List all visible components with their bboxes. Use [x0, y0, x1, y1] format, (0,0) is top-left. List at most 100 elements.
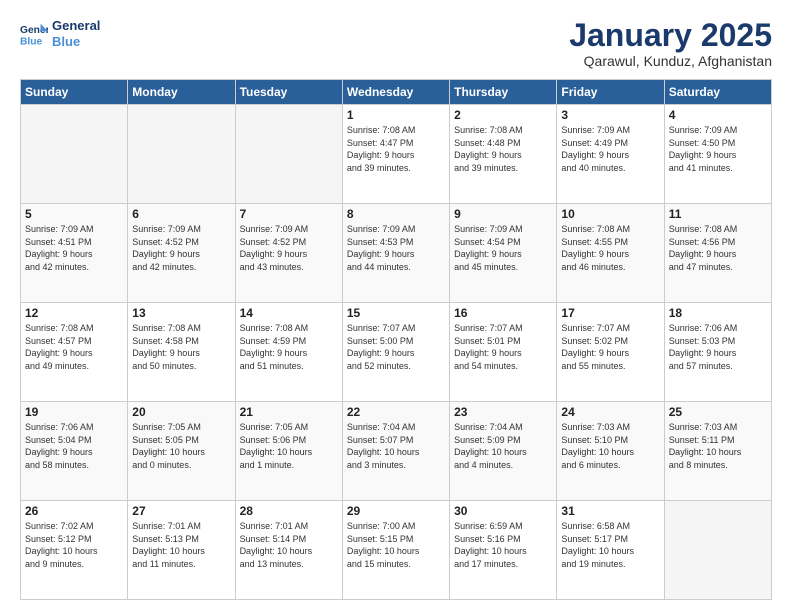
day-info: Sunrise: 7:08 AM Sunset: 4:56 PM Dayligh… [669, 223, 767, 273]
col-thursday: Thursday [450, 80, 557, 105]
logo-line1: General [52, 18, 100, 34]
day-number: 22 [347, 405, 445, 419]
table-row: 13 Sunrise: 7:08 AM Sunset: 4:58 PM Dayli… [128, 303, 235, 402]
day-number: 21 [240, 405, 338, 419]
table-row: 15 Sunrise: 7:07 AM Sunset: 5:00 PM Dayli… [342, 303, 449, 402]
header: General Blue General Blue January 2025 Q… [20, 18, 772, 69]
table-row: 16 Sunrise: 7:07 AM Sunset: 5:01 PM Dayli… [450, 303, 557, 402]
day-info: Sunrise: 7:08 AM Sunset: 4:57 PM Dayligh… [25, 322, 123, 372]
col-friday: Friday [557, 80, 664, 105]
table-row: 3 Sunrise: 7:09 AM Sunset: 4:49 PM Daylig… [557, 105, 664, 204]
table-row: 6 Sunrise: 7:09 AM Sunset: 4:52 PM Daylig… [128, 204, 235, 303]
day-number: 3 [561, 108, 659, 122]
col-sunday: Sunday [21, 80, 128, 105]
calendar-header-row: Sunday Monday Tuesday Wednesday Thursday… [21, 80, 772, 105]
table-row: 10 Sunrise: 7:08 AM Sunset: 4:55 PM Dayli… [557, 204, 664, 303]
col-saturday: Saturday [664, 80, 771, 105]
day-info: Sunrise: 7:03 AM Sunset: 5:10 PM Dayligh… [561, 421, 659, 471]
col-wednesday: Wednesday [342, 80, 449, 105]
table-row: 7 Sunrise: 7:09 AM Sunset: 4:52 PM Daylig… [235, 204, 342, 303]
table-row: 25 Sunrise: 7:03 AM Sunset: 5:11 PM Dayli… [664, 402, 771, 501]
table-row: 2 Sunrise: 7:08 AM Sunset: 4:48 PM Daylig… [450, 105, 557, 204]
day-number: 20 [132, 405, 230, 419]
calendar-week-row: 1 Sunrise: 7:08 AM Sunset: 4:47 PM Daylig… [21, 105, 772, 204]
table-row: 28Sunrise: 7:01 AM Sunset: 5:14 PM Dayli… [235, 501, 342, 600]
day-info: Sunrise: 7:08 AM Sunset: 4:59 PM Dayligh… [240, 322, 338, 372]
day-number: 11 [669, 207, 767, 221]
table-row: 22 Sunrise: 7:04 AM Sunset: 5:07 PM Dayli… [342, 402, 449, 501]
day-info: Sunrise: 7:09 AM Sunset: 4:50 PM Dayligh… [669, 124, 767, 174]
page-subtitle: Qarawul, Kunduz, Afghanistan [569, 53, 772, 69]
day-number: 10 [561, 207, 659, 221]
logo-line2: Blue [52, 34, 100, 50]
table-row: 24Sunrise: 7:03 AM Sunset: 5:10 PM Dayli… [557, 402, 664, 501]
day-info: Sunrise: 6:59 AM Sunset: 5:16 PM Dayligh… [454, 520, 552, 570]
day-number: 29 [347, 504, 445, 518]
day-number: 2 [454, 108, 552, 122]
table-row: 26Sunrise: 7:02 AM Sunset: 5:12 PM Dayli… [21, 501, 128, 600]
day-number: 4 [669, 108, 767, 122]
day-number: 12 [25, 306, 123, 320]
day-number: 14 [240, 306, 338, 320]
day-info: Sunrise: 7:03 AM Sunset: 5:11 PM Dayligh… [669, 421, 767, 471]
day-number: 17 [561, 306, 659, 320]
table-row: 8Sunrise: 7:09 AM Sunset: 4:53 PM Daylig… [342, 204, 449, 303]
day-number: 31 [561, 504, 659, 518]
day-number: 30 [454, 504, 552, 518]
table-row [128, 105, 235, 204]
day-number: 13 [132, 306, 230, 320]
day-info: Sunrise: 7:08 AM Sunset: 4:47 PM Dayligh… [347, 124, 445, 174]
title-block: January 2025 Qarawul, Kunduz, Afghanista… [569, 18, 772, 69]
calendar-week-row: 19Sunrise: 7:06 AM Sunset: 5:04 PM Dayli… [21, 402, 772, 501]
table-row: 30 Sunrise: 6:59 AM Sunset: 5:16 PM Dayli… [450, 501, 557, 600]
table-row: 31 Sunrise: 6:58 AM Sunset: 5:17 PM Dayli… [557, 501, 664, 600]
table-row: 12 Sunrise: 7:08 AM Sunset: 4:57 PM Dayli… [21, 303, 128, 402]
day-number: 28 [240, 504, 338, 518]
col-monday: Monday [128, 80, 235, 105]
table-row: 29 Sunrise: 7:00 AM Sunset: 5:15 PM Dayli… [342, 501, 449, 600]
day-info: Sunrise: 6:58 AM Sunset: 5:17 PM Dayligh… [561, 520, 659, 570]
day-info: Sunrise: 7:07 AM Sunset: 5:00 PM Dayligh… [347, 322, 445, 372]
day-number: 15 [347, 306, 445, 320]
table-row: 23Sunrise: 7:04 AM Sunset: 5:09 PM Dayli… [450, 402, 557, 501]
day-number: 19 [25, 405, 123, 419]
table-row: 4 Sunrise: 7:09 AM Sunset: 4:50 PM Daylig… [664, 105, 771, 204]
day-number: 7 [240, 207, 338, 221]
day-number: 25 [669, 405, 767, 419]
table-row [664, 501, 771, 600]
day-info: Sunrise: 7:09 AM Sunset: 4:49 PM Dayligh… [561, 124, 659, 174]
day-number: 1 [347, 108, 445, 122]
day-number: 6 [132, 207, 230, 221]
day-info: Sunrise: 7:09 AM Sunset: 4:52 PM Dayligh… [240, 223, 338, 273]
day-info: Sunrise: 7:05 AM Sunset: 5:05 PM Dayligh… [132, 421, 230, 471]
day-number: 8 [347, 207, 445, 221]
calendar-week-row: 12 Sunrise: 7:08 AM Sunset: 4:57 PM Dayli… [21, 303, 772, 402]
day-number: 27 [132, 504, 230, 518]
day-info: Sunrise: 7:07 AM Sunset: 5:02 PM Dayligh… [561, 322, 659, 372]
table-row: 1 Sunrise: 7:08 AM Sunset: 4:47 PM Daylig… [342, 105, 449, 204]
day-info: Sunrise: 7:08 AM Sunset: 4:48 PM Dayligh… [454, 124, 552, 174]
table-row: 20 Sunrise: 7:05 AM Sunset: 5:05 PM Dayli… [128, 402, 235, 501]
table-row: 9Sunrise: 7:09 AM Sunset: 4:54 PM Daylig… [450, 204, 557, 303]
day-info: Sunrise: 7:01 AM Sunset: 5:13 PM Dayligh… [132, 520, 230, 570]
day-info: Sunrise: 7:06 AM Sunset: 5:03 PM Dayligh… [669, 322, 767, 372]
table-row: 5Sunrise: 7:09 AM Sunset: 4:51 PM Daylig… [21, 204, 128, 303]
day-number: 23 [454, 405, 552, 419]
day-info: Sunrise: 7:07 AM Sunset: 5:01 PM Dayligh… [454, 322, 552, 372]
table-row: 19Sunrise: 7:06 AM Sunset: 5:04 PM Dayli… [21, 402, 128, 501]
day-number: 16 [454, 306, 552, 320]
day-info: Sunrise: 7:00 AM Sunset: 5:15 PM Dayligh… [347, 520, 445, 570]
table-row: 18 Sunrise: 7:06 AM Sunset: 5:03 PM Dayli… [664, 303, 771, 402]
calendar-week-row: 5Sunrise: 7:09 AM Sunset: 4:51 PM Daylig… [21, 204, 772, 303]
day-info: Sunrise: 7:05 AM Sunset: 5:06 PM Dayligh… [240, 421, 338, 471]
table-row: 17 Sunrise: 7:07 AM Sunset: 5:02 PM Dayli… [557, 303, 664, 402]
day-info: Sunrise: 7:04 AM Sunset: 5:07 PM Dayligh… [347, 421, 445, 471]
day-info: Sunrise: 7:09 AM Sunset: 4:54 PM Dayligh… [454, 223, 552, 273]
svg-text:Blue: Blue [20, 36, 43, 47]
day-info: Sunrise: 7:08 AM Sunset: 4:55 PM Dayligh… [561, 223, 659, 273]
day-info: Sunrise: 7:09 AM Sunset: 4:51 PM Dayligh… [25, 223, 123, 273]
day-number: 18 [669, 306, 767, 320]
day-info: Sunrise: 7:08 AM Sunset: 4:58 PM Dayligh… [132, 322, 230, 372]
day-info: Sunrise: 7:09 AM Sunset: 4:52 PM Dayligh… [132, 223, 230, 273]
table-row: 21 Sunrise: 7:05 AM Sunset: 5:06 PM Dayli… [235, 402, 342, 501]
